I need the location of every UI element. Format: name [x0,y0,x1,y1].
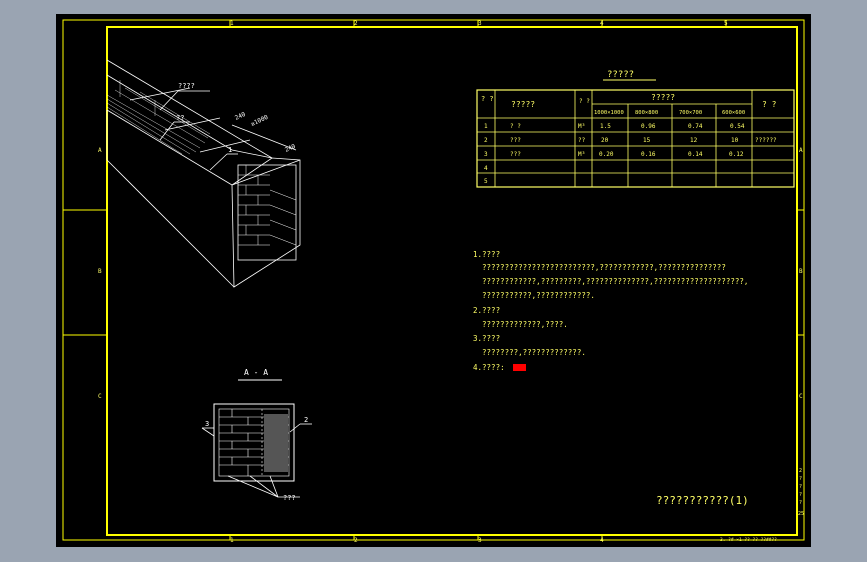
cable-bundle-hatch [264,414,288,472]
note-line: ???????????,????????????. [482,291,595,300]
col-number-bottom-3: 3 [478,537,482,544]
callout-cover: ???? [178,82,195,90]
col-number-top-3: 3 [478,20,482,27]
col-number-bottom-1: 1 [230,537,234,544]
table-header-unit: ? ? [579,98,590,105]
drawing-canvas: 1 2 3 4 5 1 2 3 4 A B C A B C 3. ?# ×1 ?… [56,14,811,547]
drawing-title: ???????????(1) [656,494,749,507]
row-letter-right-b: B [799,268,803,275]
row-letter-right-a: A [799,147,803,154]
size-col-4: 600×600 [722,110,745,116]
callout-bracket: ?? [176,114,184,122]
row-letter-left-a: A [98,147,102,154]
svg-text:0.74: 0.74 [688,123,703,130]
note-line: ????????,?????????????. [482,348,586,357]
svg-text:???: ??? [510,137,521,144]
svg-text:0.20: 0.20 [599,151,614,158]
svg-text:? ?: ? ? [510,123,521,130]
table-header-note: ? ? [762,100,777,109]
red-marker [513,364,526,371]
col-number-bottom-2: 2 [354,537,358,544]
callout-number-1: 1 [228,146,232,154]
note-heading-2: 2.???? [473,306,500,315]
col-number-bottom-4: 4 [600,537,604,544]
svg-text:?: ? [799,476,802,482]
section-callout-left: 3 [205,420,209,428]
svg-text:1: 1 [484,123,488,130]
note-heading-1: 1.???? [473,250,500,259]
row-letter-right-c: C [799,393,803,400]
section-title: A - A [244,368,268,377]
table-title: ????? [607,70,634,80]
svg-text:0.14: 0.14 [688,151,703,158]
col-number-top-5: 5 [724,20,728,27]
svg-text:25: 25 [798,511,804,517]
row-letter-left-b: B [98,268,102,275]
svg-text:???: ??? [510,151,521,158]
svg-text:2: 2 [799,468,802,474]
svg-text:10: 10 [731,137,739,144]
section-callout-right: 2 [304,416,308,424]
svg-text:12: 12 [690,137,698,144]
svg-text:?: ? [799,492,802,498]
table-row: 4 [484,165,488,172]
bottom-right-note: 3. ?# ×1 ?? ?? ??##?? [720,537,777,543]
svg-text:3: 3 [484,151,488,158]
svg-text:0.12: 0.12 [729,151,744,158]
svg-text:4: 4 [484,165,488,172]
svg-text:?: ? [799,484,802,490]
svg-text:1.5: 1.5 [600,123,611,130]
note-line: ????????????,?????????,??????????????,??… [482,277,748,286]
svg-text:0.96: 0.96 [641,123,656,130]
row-letter-left-c: C [98,393,102,400]
svg-text:0.16: 0.16 [641,151,656,158]
note-line: ?????????????,????. [482,320,568,329]
cad-viewport[interactable]: 1 2 3 4 5 1 2 3 4 A B C A B C 3. ?# ×1 ?… [0,0,867,562]
size-col-2: 800×800 [635,110,658,116]
svg-text:20: 20 [601,137,609,144]
note-heading-3: 3.???? [473,334,500,343]
col-number-top-4: 4 [600,20,604,27]
note-heading-4: 4.????: [473,363,505,372]
table-header-no: ? ? [481,95,494,103]
svg-text:15: 15 [643,137,651,144]
col-number-top-2: 2 [354,20,358,27]
table-header-spec: ????? [651,93,675,102]
size-col-1: 1000×1000 [594,110,624,116]
col-number-top-1: 1 [230,20,234,27]
svg-text:5: 5 [484,178,488,185]
svg-text:0.54: 0.54 [730,123,745,130]
svg-text:M³: M³ [578,123,585,130]
svg-text:?: ? [799,500,802,506]
svg-text:2: 2 [484,137,488,144]
svg-text:??: ?? [578,137,586,144]
table-header-item: ????? [511,100,535,109]
section-callout-bottom: ??? [283,494,296,502]
svg-text:??????: ?????? [755,137,777,144]
note-line: ?????????????????????????,????????????,?… [482,263,726,272]
size-col-3: 700×700 [679,110,702,116]
table-row: 5 [484,178,488,185]
svg-text:M³: M³ [578,151,585,158]
